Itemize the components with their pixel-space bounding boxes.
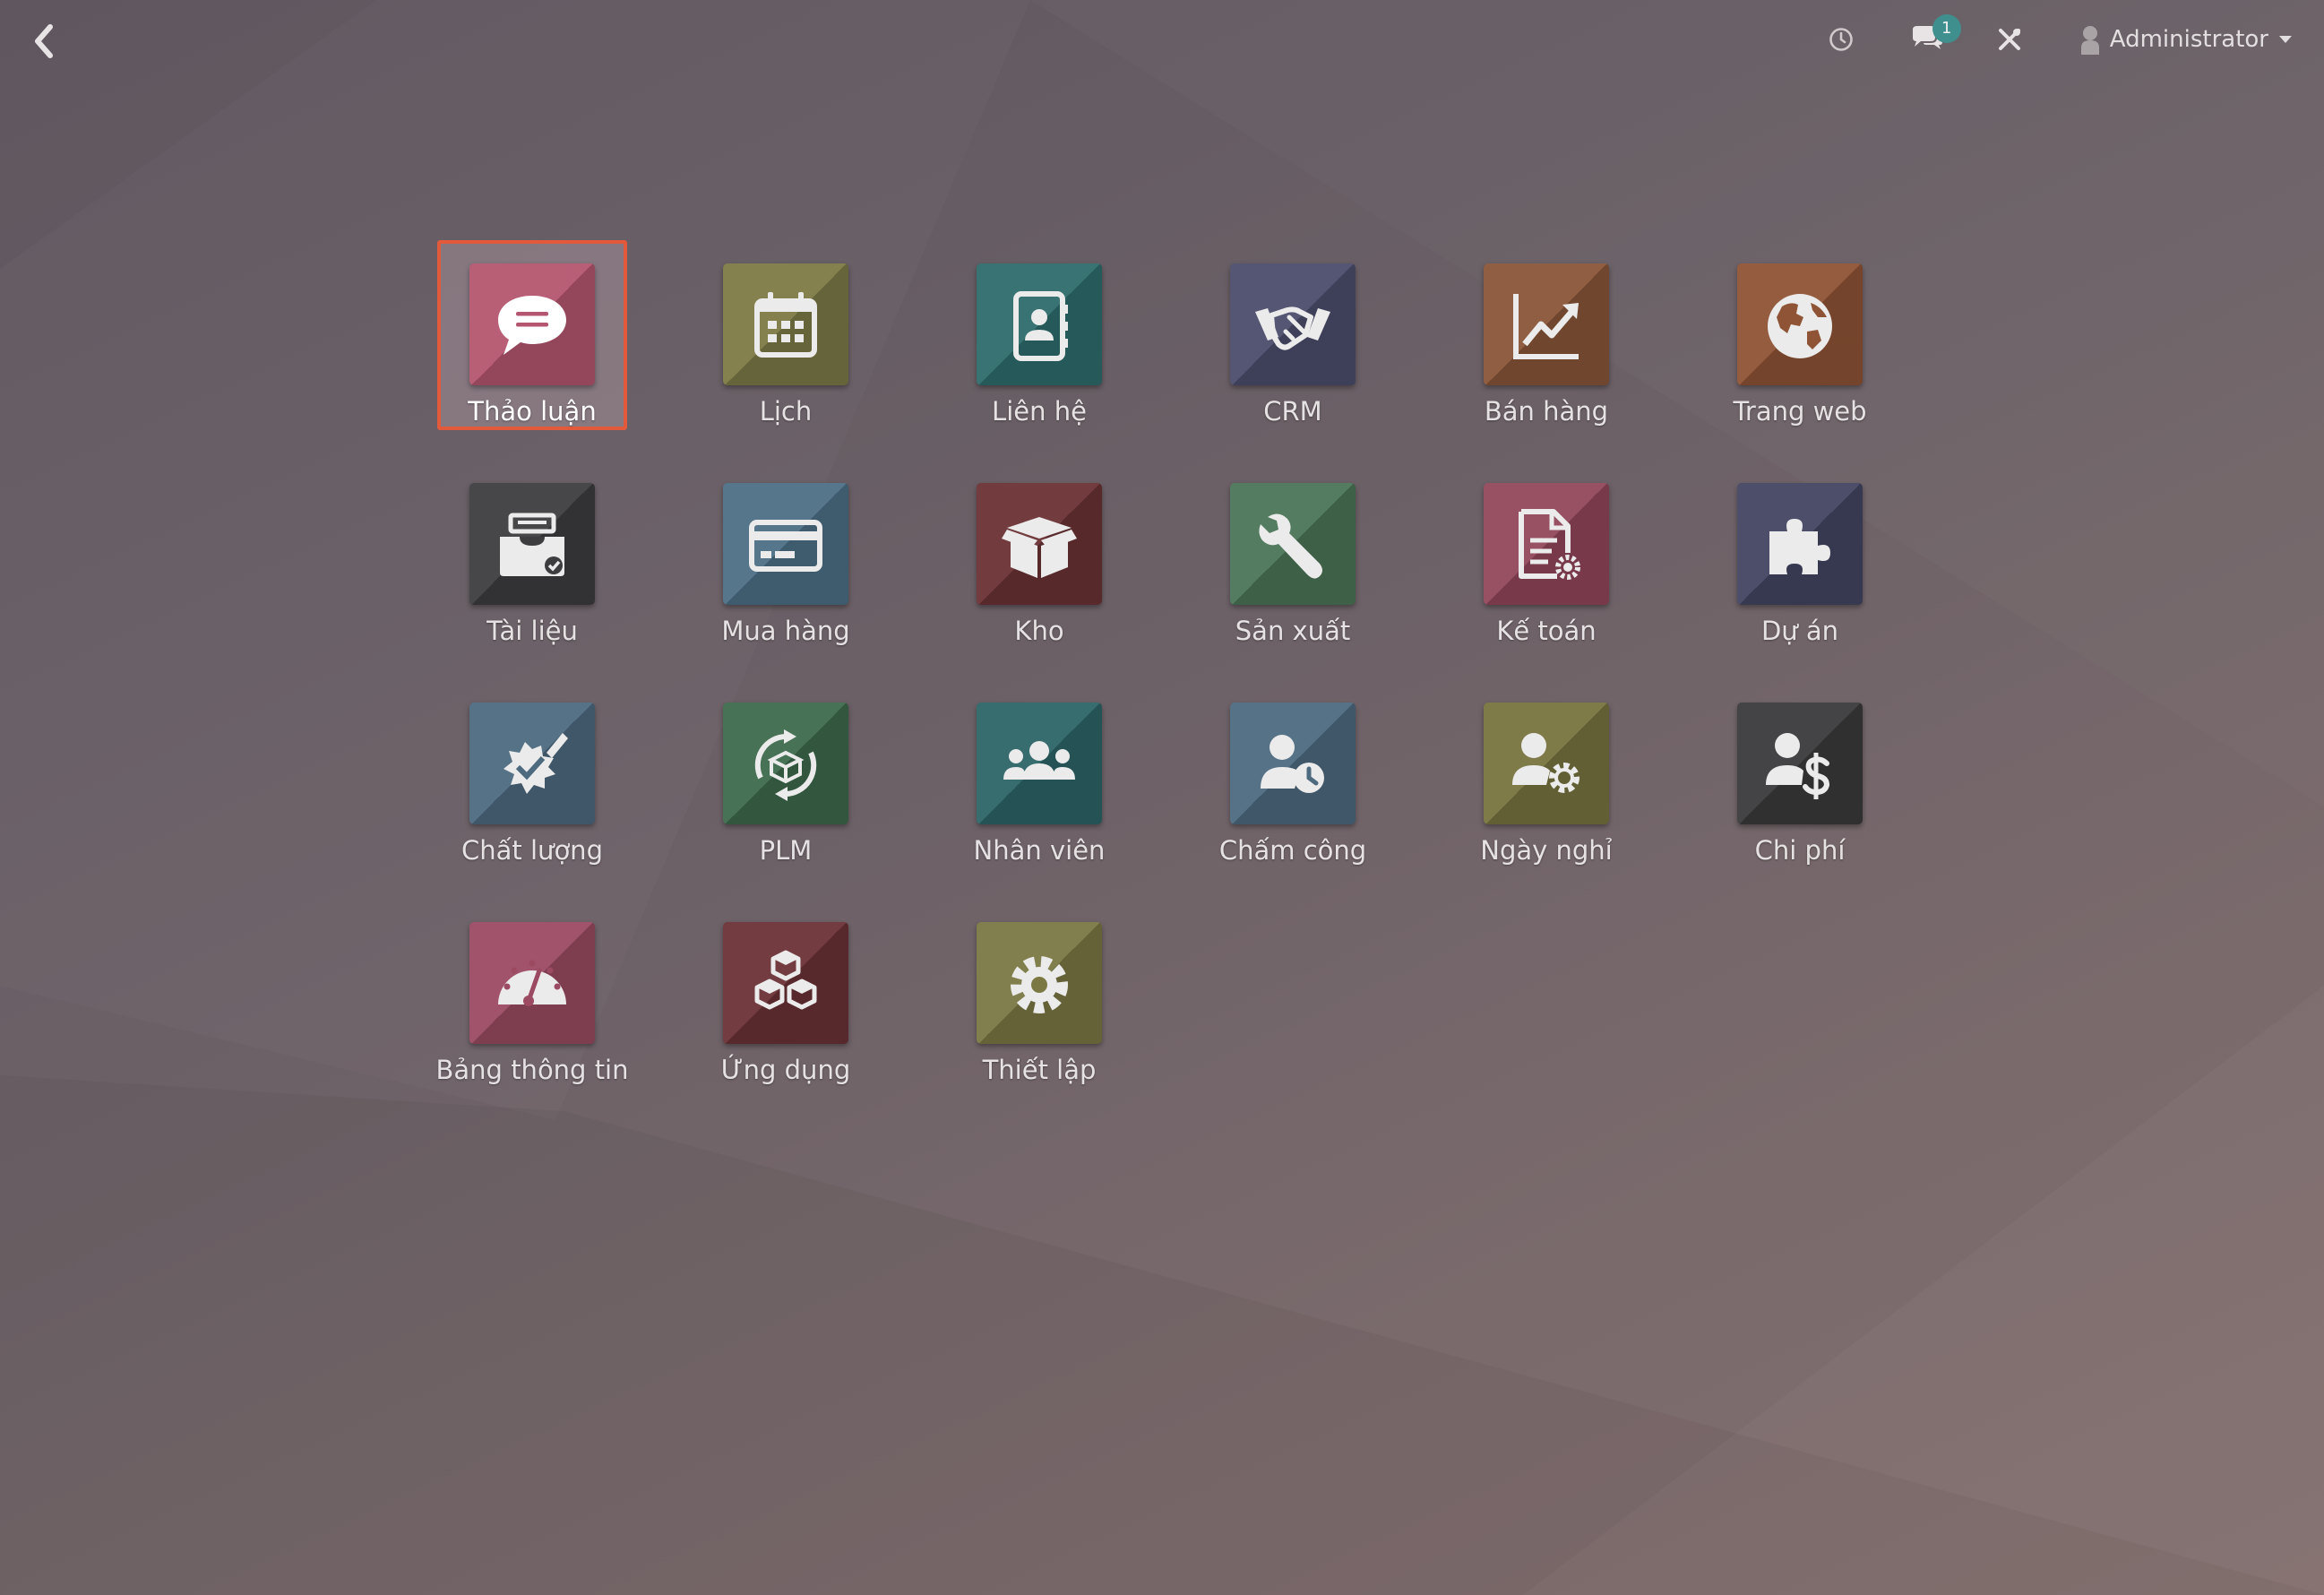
app-label: Trang web	[1733, 396, 1867, 427]
app-label: Kế toán	[1496, 616, 1597, 646]
app-label: Mua hàng	[721, 616, 850, 646]
top-bar: 1 Administrator	[0, 0, 2324, 81]
app-label: Kho	[1014, 616, 1064, 646]
app-tile	[1484, 483, 1609, 605]
back-button[interactable]	[20, 16, 70, 66]
app-inventory[interactable]: Kho	[944, 460, 1134, 650]
app-tile	[723, 703, 848, 824]
app-website[interactable]: Trang web	[1705, 240, 1895, 430]
app-settings[interactable]: Thiết lập	[944, 899, 1134, 1089]
chevron-left-icon	[35, 24, 53, 58]
app-tile	[1737, 483, 1863, 605]
app-label: Dự án	[1760, 616, 1839, 646]
activity-button[interactable]	[1814, 13, 1868, 66]
chat-badge: 1	[1932, 14, 1961, 43]
app-apps[interactable]: Ứng dụng	[691, 899, 881, 1089]
app-tile	[723, 922, 848, 1044]
app-tile	[977, 922, 1102, 1044]
app-discuss[interactable]: Thảo luận	[437, 240, 627, 430]
puzzle-icon	[1769, 519, 1830, 574]
user-menu[interactable]: Administrator	[2079, 13, 2292, 66]
app-tile	[977, 483, 1102, 605]
messaging-button[interactable]: 1	[1898, 13, 1961, 66]
user-clock-icon	[1261, 735, 1324, 793]
app-dashboards[interactable]: Bảng thông tin	[435, 899, 629, 1089]
caret-down-icon	[2279, 36, 2292, 43]
invoice-gear-icon	[1519, 509, 1580, 580]
calendar-icon	[754, 292, 817, 358]
app-expenses[interactable]: Chi phí	[1705, 679, 1895, 869]
app-label: Ngày nghỉ	[1480, 835, 1613, 866]
address-book-icon	[1013, 291, 1068, 361]
app-label: Sản xuất	[1235, 616, 1351, 646]
app-contacts[interactable]: Liên hệ	[944, 240, 1134, 430]
app-crm[interactable]: CRM	[1198, 240, 1388, 430]
app-tile	[977, 703, 1102, 824]
user-name: Administrator	[2109, 26, 2268, 53]
app-tile	[977, 263, 1102, 385]
app-purchase[interactable]: Mua hàng	[691, 460, 881, 650]
app-label: Liên hệ	[992, 396, 1087, 427]
dashboard-gauge-icon	[498, 960, 566, 1006]
team-icon	[1003, 741, 1075, 780]
app-label: Ứng dụng	[720, 1055, 851, 1085]
user-icon	[2080, 26, 2099, 55]
app-employees[interactable]: Nhân viên	[944, 679, 1134, 869]
app-accounting[interactable]: Kế toán	[1451, 460, 1641, 650]
app-plm[interactable]: PLM	[691, 679, 881, 869]
app-label: Thiết lập	[982, 1055, 1097, 1085]
app-label: Bảng thông tin	[435, 1055, 629, 1085]
globe-icon	[1768, 294, 1832, 358]
app-label: Nhân viên	[973, 835, 1106, 866]
cubes-icon	[754, 950, 817, 1010]
systray: 1 Administrator	[1814, 13, 2292, 66]
app-label: Thảo luận	[468, 396, 597, 427]
chat-icon	[498, 296, 566, 355]
app-label: Lịch	[759, 396, 813, 427]
line-chart-icon	[1513, 294, 1579, 359]
app-tile	[723, 483, 848, 605]
app-time-off[interactable]: Ngày nghỉ	[1451, 679, 1641, 869]
app-label: PLM	[759, 835, 813, 866]
app-label: Chất lượng	[461, 835, 603, 866]
wrench-icon	[1259, 513, 1322, 579]
credit-card-icon	[749, 520, 822, 572]
app-calendar[interactable]: Lịch	[691, 240, 881, 430]
lifecycle-box-icon	[754, 729, 817, 801]
app-tile	[1737, 263, 1863, 385]
app-tile	[469, 483, 595, 605]
app-tile	[1230, 483, 1356, 605]
app-label: Tài liệu	[486, 616, 578, 646]
settings-gear-icon	[1011, 956, 1068, 1013]
user-dollar-icon	[1766, 733, 1830, 799]
debug-tools-button[interactable]	[1983, 13, 2036, 66]
clock-icon	[1829, 28, 1853, 51]
box-icon	[1002, 517, 1077, 578]
app-tile	[1737, 703, 1863, 824]
app-label: Chấm công	[1218, 835, 1367, 866]
app-tile	[1230, 263, 1356, 385]
app-tile	[723, 263, 848, 385]
app-tile	[469, 922, 595, 1044]
app-grid: Thảo luận Lịch Liên hệ CRM Bán hàng Tran…	[435, 240, 1964, 1089]
app-documents[interactable]: Tài liệu	[437, 460, 627, 650]
app-tile	[469, 263, 595, 385]
document-tray-icon	[500, 513, 564, 576]
app-quality[interactable]: Chất lượng	[437, 679, 627, 869]
app-tile	[469, 703, 595, 824]
user-gear-icon	[1512, 733, 1579, 793]
app-manufacturing[interactable]: Sản xuất	[1198, 460, 1388, 650]
app-sales[interactable]: Bán hàng	[1451, 240, 1641, 430]
app-label: Bán hàng	[1484, 396, 1609, 427]
app-tile	[1484, 703, 1609, 824]
app-label: CRM	[1263, 396, 1322, 427]
app-attendances[interactable]: Chấm công	[1198, 679, 1388, 869]
quality-seal-icon	[504, 733, 568, 794]
app-tile	[1230, 703, 1356, 824]
handshake-icon	[1255, 306, 1330, 350]
app-label: Chi phí	[1754, 835, 1846, 866]
app-tile	[1484, 263, 1609, 385]
tools-icon	[1998, 29, 2020, 50]
app-project[interactable]: Dự án	[1705, 460, 1895, 650]
